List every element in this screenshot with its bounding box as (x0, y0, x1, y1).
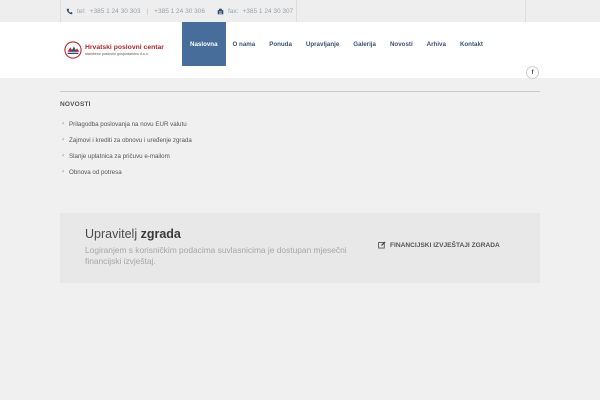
panel-title: Upravitelj zgrada (85, 227, 181, 241)
financial-reports-label[interactable]: FINANCIJSKI IZVJEŠTAJI ZGRADA (390, 242, 500, 249)
news-item-link[interactable]: Slanje uplatnica za pričuvu e-mailom (69, 153, 170, 160)
top-bar: tel: +385 1 24 30 303 | +385 1 24 30 306… (0, 0, 600, 22)
tel-number-2[interactable]: +385 1 24 30 306 (154, 8, 205, 15)
panel-title-bold: zgrada (140, 227, 181, 241)
contact-info: tel: +385 1 24 30 303 | +385 1 24 30 306… (60, 0, 297, 22)
fax-icon (217, 8, 224, 14)
tel-number-1[interactable]: +385 1 24 30 303 (90, 8, 141, 15)
nav-item-o-nama[interactable]: O nama (226, 22, 263, 66)
financial-reports-link[interactable]: FINANCIJSKI IZVJEŠTAJI ZGRADA (378, 241, 500, 249)
chevron-right-icon: › (62, 121, 64, 127)
list-item[interactable]: › Obnova od potresa (62, 164, 192, 180)
facebook-icon[interactable]: f (526, 66, 539, 79)
site-header: Hrvatski poslovni centar stambeno poslov… (0, 22, 600, 79)
list-item[interactable]: › Slanje uplatnica za pričuvu e-mailom (62, 148, 192, 164)
logo-subtitle: stambeno poslovno gospodarstvo d.o.o. (85, 51, 149, 56)
edit-icon (378, 241, 386, 249)
nav-item-upravljanje[interactable]: Upravljanje (299, 22, 346, 66)
main-nav: Naslovna O nama Ponuda Upravljanje Galer… (182, 22, 490, 66)
site-logo[interactable]: Hrvatski poslovni centar stambeno poslov… (64, 40, 184, 60)
fax-label: fax: (227, 7, 239, 15)
logo-mark-icon (64, 41, 82, 59)
news-item-link[interactable]: Zajmovi i krediti za obnovu i uređenje z… (69, 137, 192, 144)
news-list: › Prilagodba poslovanja na novu EUR valu… (62, 116, 192, 180)
news-heading: NOVOSTI (60, 101, 91, 108)
nav-item-novosti[interactable]: Novosti (383, 22, 420, 66)
nav-item-arhiva[interactable]: Arhiva (420, 22, 453, 66)
separator: | (146, 7, 149, 15)
chevron-right-icon: › (62, 137, 64, 143)
nav-item-galerija[interactable]: Galerija (346, 22, 383, 66)
phone-icon (66, 8, 73, 14)
list-item[interactable]: › Prilagodba poslovanja na novu EUR valu… (62, 116, 192, 132)
chevron-right-icon: › (62, 153, 64, 159)
topbar-divider (525, 0, 526, 22)
section-divider (60, 91, 540, 92)
nav-item-kontakt[interactable]: Kontakt (453, 22, 490, 66)
logo-name: Hrvatski poslovni centar (85, 43, 164, 51)
nav-item-naslovna[interactable]: Naslovna (182, 22, 226, 66)
news-item-link[interactable]: Obnova od potresa (69, 169, 122, 176)
list-item[interactable]: › Zajmovi i krediti za obnovu i uređenje… (62, 132, 192, 148)
panel-description: Logiranjem s korisničkim podacima suvlas… (85, 245, 347, 266)
nav-item-ponuda[interactable]: Ponuda (262, 22, 299, 66)
tel-label: tel: (77, 7, 86, 15)
news-item-link[interactable]: Prilagodba poslovanja na novu EUR valutu (69, 121, 187, 128)
building-manager-panel: Upravitelj zgrada Logiranjem s korisničk… (60, 213, 540, 283)
fax-number: +385 1 24 30 307 (242, 7, 294, 15)
chevron-right-icon: › (62, 169, 64, 175)
panel-title-light: Upravitelj (85, 227, 138, 241)
